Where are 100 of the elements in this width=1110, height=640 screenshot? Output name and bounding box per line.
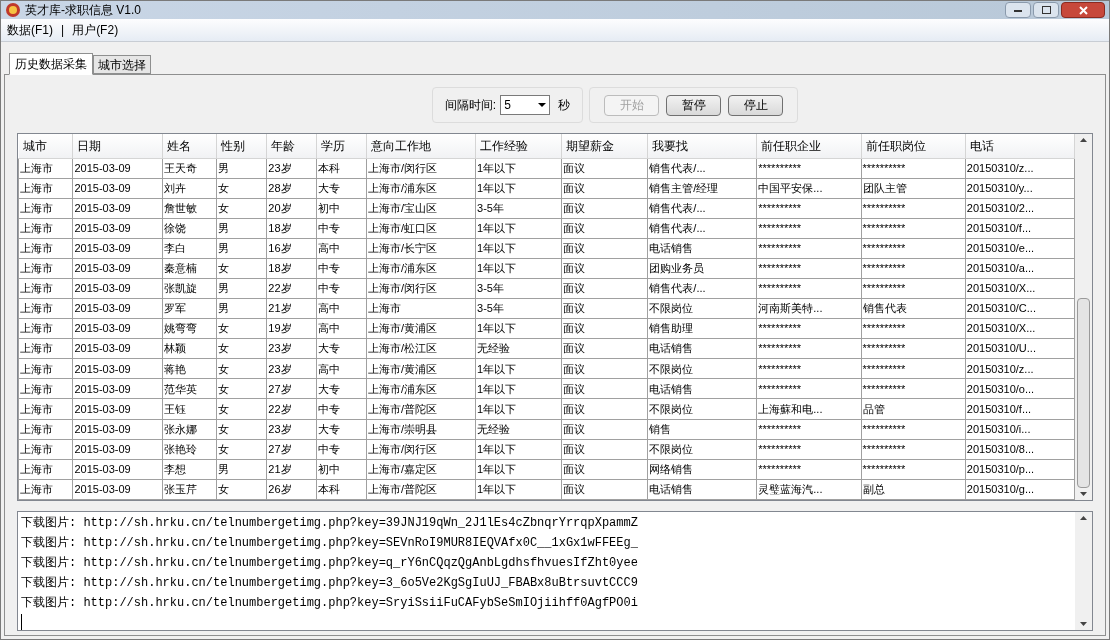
table-cell: 20150310/U... [965, 338, 1075, 359]
column-header[interactable]: 电话 [965, 134, 1075, 158]
table-cell: 高中 [316, 238, 367, 259]
menu-item[interactable]: 用户(F2) [72, 21, 119, 40]
table-cell: ********** [756, 258, 862, 279]
table-cell: 女 [216, 479, 267, 500]
table-cell: 面议 [561, 178, 648, 199]
table-cell: 中国平安保... [756, 178, 862, 199]
table-cell: 20150310/e... [965, 238, 1075, 259]
table-cell: 林颖 [162, 338, 217, 359]
minimize-button[interactable] [1005, 2, 1031, 19]
vertical-scrollbar[interactable] [1075, 134, 1092, 500]
menu-item[interactable]: 数据(F1) [7, 21, 53, 40]
table-cell: 2015-03-09 [72, 298, 163, 319]
table-cell: 蒋艳 [162, 358, 217, 379]
table-cell: 2015-03-09 [72, 318, 163, 339]
table-cell: 2015-03-09 [72, 158, 163, 179]
table-cell: 上海市/崇明县 [366, 419, 476, 440]
table-cell: 电话销售 [647, 479, 757, 500]
table-cell: 秦意楠 [162, 258, 217, 279]
column-header[interactable]: 姓名 [162, 134, 217, 158]
column-header[interactable]: 我要找 [647, 134, 757, 158]
log-scrollbar[interactable] [1075, 512, 1092, 630]
table-cell: ********** [861, 419, 966, 440]
table-cell: ********** [861, 238, 966, 259]
interval-dropdown[interactable]: 5 [500, 95, 551, 115]
table-cell: 销售代表 [861, 298, 966, 319]
table-cell: 面议 [561, 218, 648, 239]
table-cell: ********** [756, 358, 862, 379]
menu-item[interactable]: | [61, 21, 65, 40]
column-header[interactable]: 日期 [72, 134, 163, 158]
table-cell: 销售代表/... [647, 278, 757, 299]
table-cell: 中专 [316, 218, 367, 239]
table-cell: 上海市/嘉定区 [366, 459, 476, 480]
table-cell: 上海市/闵行区 [366, 278, 476, 299]
table-cell: 刘卉 [162, 178, 217, 199]
tab[interactable]: 城市选择 [93, 55, 151, 74]
tab[interactable]: 历史数据采集 [9, 53, 93, 75]
table-cell: 销售 [647, 419, 757, 440]
table-cell: 上海市 [18, 218, 73, 239]
table-cell: 20150310/f... [965, 398, 1075, 419]
table-cell: 上海市/普陀区 [366, 398, 476, 419]
table-cell: 19岁 [266, 318, 317, 339]
table-cell: ********** [756, 238, 862, 259]
table-cell: 张艳玲 [162, 439, 217, 460]
table-cell: 面议 [561, 298, 648, 319]
table-cell: 团购业务员 [647, 258, 757, 279]
column-header[interactable]: 年龄 [266, 134, 317, 158]
column-header[interactable]: 意向工作地 [366, 134, 476, 158]
column-header[interactable]: 前任职岗位 [861, 134, 966, 158]
table-cell: 面议 [561, 278, 648, 299]
table-cell: 20150310/z... [965, 358, 1075, 379]
table-cell: 2015-03-09 [72, 178, 163, 199]
table-cell: 品管 [861, 398, 966, 419]
table-cell: 男 [216, 158, 267, 179]
table-cell: 面议 [561, 158, 648, 179]
scroll-thumb[interactable] [1077, 298, 1090, 488]
table-cell: 面议 [561, 238, 648, 259]
column-header[interactable]: 期望薪金 [561, 134, 648, 158]
table-cell: 面议 [561, 358, 648, 379]
action-button[interactable]: 暂停 [666, 94, 722, 116]
action-button[interactable]: 停止 [728, 94, 784, 116]
table-cell: 高中 [316, 358, 367, 379]
table-cell: 无经验 [475, 419, 562, 440]
table-cell: 面议 [561, 419, 648, 440]
table-cell: 20150310/8... [965, 439, 1075, 460]
table-cell: ********** [861, 338, 966, 359]
table-cell: 上海市/黄浦区 [366, 318, 476, 339]
table-cell: 女 [216, 198, 267, 219]
table-cell: 27岁 [266, 378, 317, 399]
table-cell: ********** [756, 198, 862, 219]
table-cell: 罗军 [162, 298, 217, 319]
table-cell: 徐饶 [162, 218, 217, 239]
table-cell: 1年以下 [475, 439, 562, 460]
close-button[interactable] [1061, 2, 1105, 19]
column-header[interactable]: 工作经验 [475, 134, 562, 158]
table-cell: 18岁 [266, 258, 317, 279]
table-cell: 无经验 [475, 338, 562, 359]
table-cell: 上海市/虹口区 [366, 218, 476, 239]
column-header[interactable]: 前任职企业 [756, 134, 862, 158]
log-line: 下载图片: http://sh.hrku.cn/telnumbergetimg.php?key=SryiSsiiFuCAFybSeSmIOjiihff0AgfPO0i [21, 595, 639, 612]
table-cell: 女 [216, 419, 267, 440]
table-cell: 本科 [316, 158, 367, 179]
scroll-up-icon [1080, 516, 1087, 520]
table-cell: 20150310/o... [965, 378, 1075, 399]
table-cell: 上海市/闵行区 [366, 439, 476, 460]
maximize-button[interactable] [1033, 2, 1059, 19]
column-header[interactable]: 性别 [216, 134, 267, 158]
table-cell: 中专 [316, 258, 367, 279]
table-cell: 销售代表/... [647, 158, 757, 179]
table-cell: 上海市 [18, 419, 73, 440]
table-cell: 3-5年 [475, 298, 562, 319]
table-cell: 上海市/闵行区 [366, 158, 476, 179]
table-cell: 李白 [162, 238, 217, 259]
table-cell: ********** [861, 198, 966, 219]
table-cell: 范华英 [162, 378, 217, 399]
column-header[interactable]: 学历 [316, 134, 367, 158]
table-cell: ********** [756, 338, 862, 359]
column-header[interactable]: 城市 [18, 134, 73, 158]
table-cell: ********** [861, 358, 966, 379]
